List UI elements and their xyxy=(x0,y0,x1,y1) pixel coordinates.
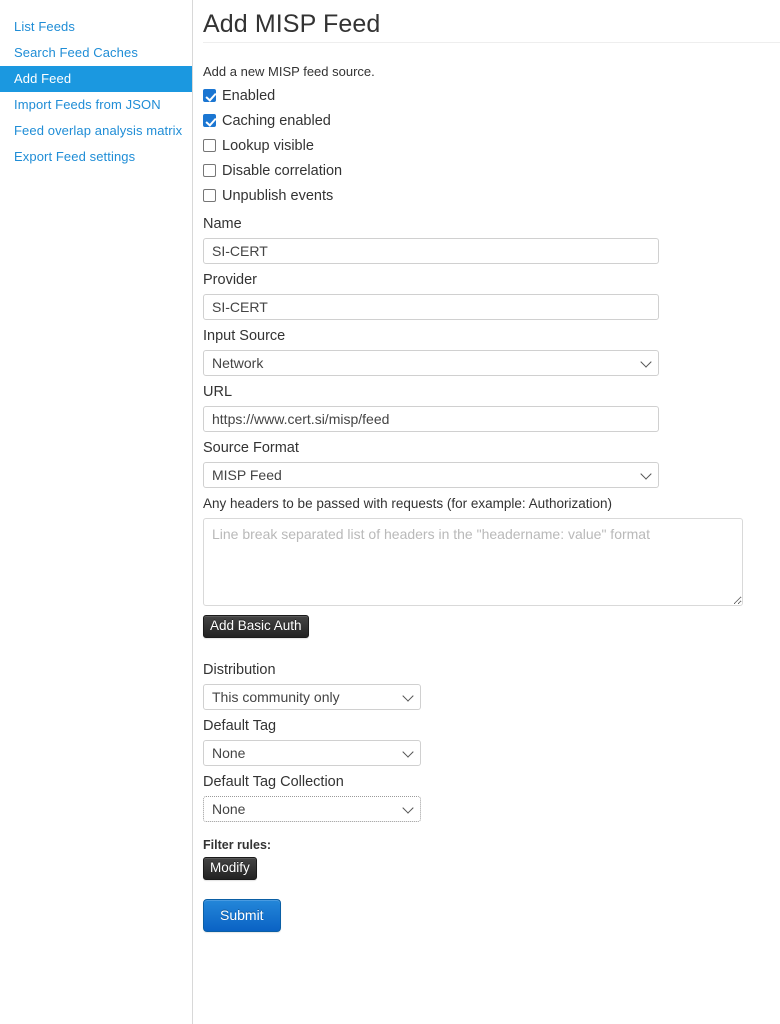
sidebar-item-search-feed-caches[interactable]: Search Feed Caches xyxy=(0,40,192,66)
name-input[interactable] xyxy=(203,238,659,264)
checkbox-row-disable-correlation[interactable]: Disable correlation xyxy=(203,158,780,183)
main-content: Add MISP Feed Add a new MISP feed source… xyxy=(194,0,780,1024)
default-tag-select[interactable]: None xyxy=(203,740,421,766)
checkbox-label-enabled[interactable]: Enabled xyxy=(222,87,275,105)
default-tag-collection-select-wrap: None xyxy=(203,796,421,822)
url-input[interactable] xyxy=(203,406,659,432)
default-tag-collection-select[interactable]: None xyxy=(203,796,421,822)
checkbox-label-unpublish-events[interactable]: Unpublish events xyxy=(222,187,333,205)
sidebar-item-list-feeds[interactable]: List Feeds xyxy=(0,14,192,40)
checkbox-enabled[interactable] xyxy=(203,89,216,102)
distribution-select[interactable]: Your organisation onlyThis community onl… xyxy=(203,684,421,710)
name-label: Name xyxy=(203,216,242,232)
provider-input[interactable] xyxy=(203,294,659,320)
headers-label: Any headers to be passed with requests (… xyxy=(203,496,612,511)
page-title: Add MISP Feed xyxy=(203,10,381,38)
default-tag-collection-label: Default Tag Collection xyxy=(203,774,344,790)
default-tag-label: Default Tag xyxy=(203,718,277,734)
filter-rules-label: Filter rules: xyxy=(203,838,272,852)
distribution-select-wrap: Your organisation onlyThis community onl… xyxy=(203,684,421,710)
checkbox-label-lookup-visible[interactable]: Lookup visible xyxy=(222,137,314,155)
source-format-label: Source Format xyxy=(203,440,299,456)
add-feed-form: Add a new MISP feed source. Enabled Cach… xyxy=(203,43,780,932)
submit-button[interactable]: Submit xyxy=(203,899,281,932)
checkbox-unpublish-events[interactable] xyxy=(203,189,216,202)
source-format-select-wrap: MISP FeedFree-text Parsed FeedCSV Parsed… xyxy=(203,462,659,488)
sidebar-item-export-feed-settings[interactable]: Export Feed settings xyxy=(0,144,192,170)
distribution-label: Distribution xyxy=(203,662,276,678)
modify-filter-rules-button[interactable]: Modify xyxy=(203,857,257,880)
checkbox-disable-correlation[interactable] xyxy=(203,164,216,177)
sidebar-item-add-feed[interactable]: Add Feed xyxy=(0,66,192,92)
checkbox-caching-enabled[interactable] xyxy=(203,114,216,127)
url-label: URL xyxy=(203,384,233,400)
input-source-select[interactable]: NetworkLocal xyxy=(203,350,659,376)
add-basic-auth-button[interactable]: Add Basic Auth xyxy=(203,615,309,638)
sidebar-item-import-feeds-from-json[interactable]: Import Feeds from JSON xyxy=(0,92,192,118)
checkbox-row-enabled[interactable]: Enabled xyxy=(203,83,780,108)
source-format-select[interactable]: MISP FeedFree-text Parsed FeedCSV Parsed… xyxy=(203,462,659,488)
sidebar: List Feeds Search Feed Caches Add Feed I… xyxy=(0,0,193,1024)
form-description: Add a new MISP feed source. xyxy=(203,64,375,79)
headers-textarea[interactable] xyxy=(203,518,743,606)
checkbox-row-lookup-visible[interactable]: Lookup visible xyxy=(203,133,780,158)
default-tag-select-wrap: None xyxy=(203,740,421,766)
checkbox-label-caching-enabled[interactable]: Caching enabled xyxy=(222,112,331,130)
input-source-select-wrap: NetworkLocal xyxy=(203,350,659,376)
checkbox-label-disable-correlation[interactable]: Disable correlation xyxy=(222,162,342,180)
sidebar-menu: List Feeds Search Feed Caches Add Feed I… xyxy=(0,0,192,170)
input-source-label: Input Source xyxy=(203,328,286,344)
sidebar-item-feed-overlap-analysis-matrix[interactable]: Feed overlap analysis matrix xyxy=(0,118,192,144)
page-root: List Feeds Search Feed Caches Add Feed I… xyxy=(0,0,780,1024)
checkbox-row-unpublish-events[interactable]: Unpublish events xyxy=(203,183,780,208)
provider-label: Provider xyxy=(203,272,257,288)
checkbox-lookup-visible[interactable] xyxy=(203,139,216,152)
checkbox-row-caching-enabled[interactable]: Caching enabled xyxy=(203,108,780,133)
